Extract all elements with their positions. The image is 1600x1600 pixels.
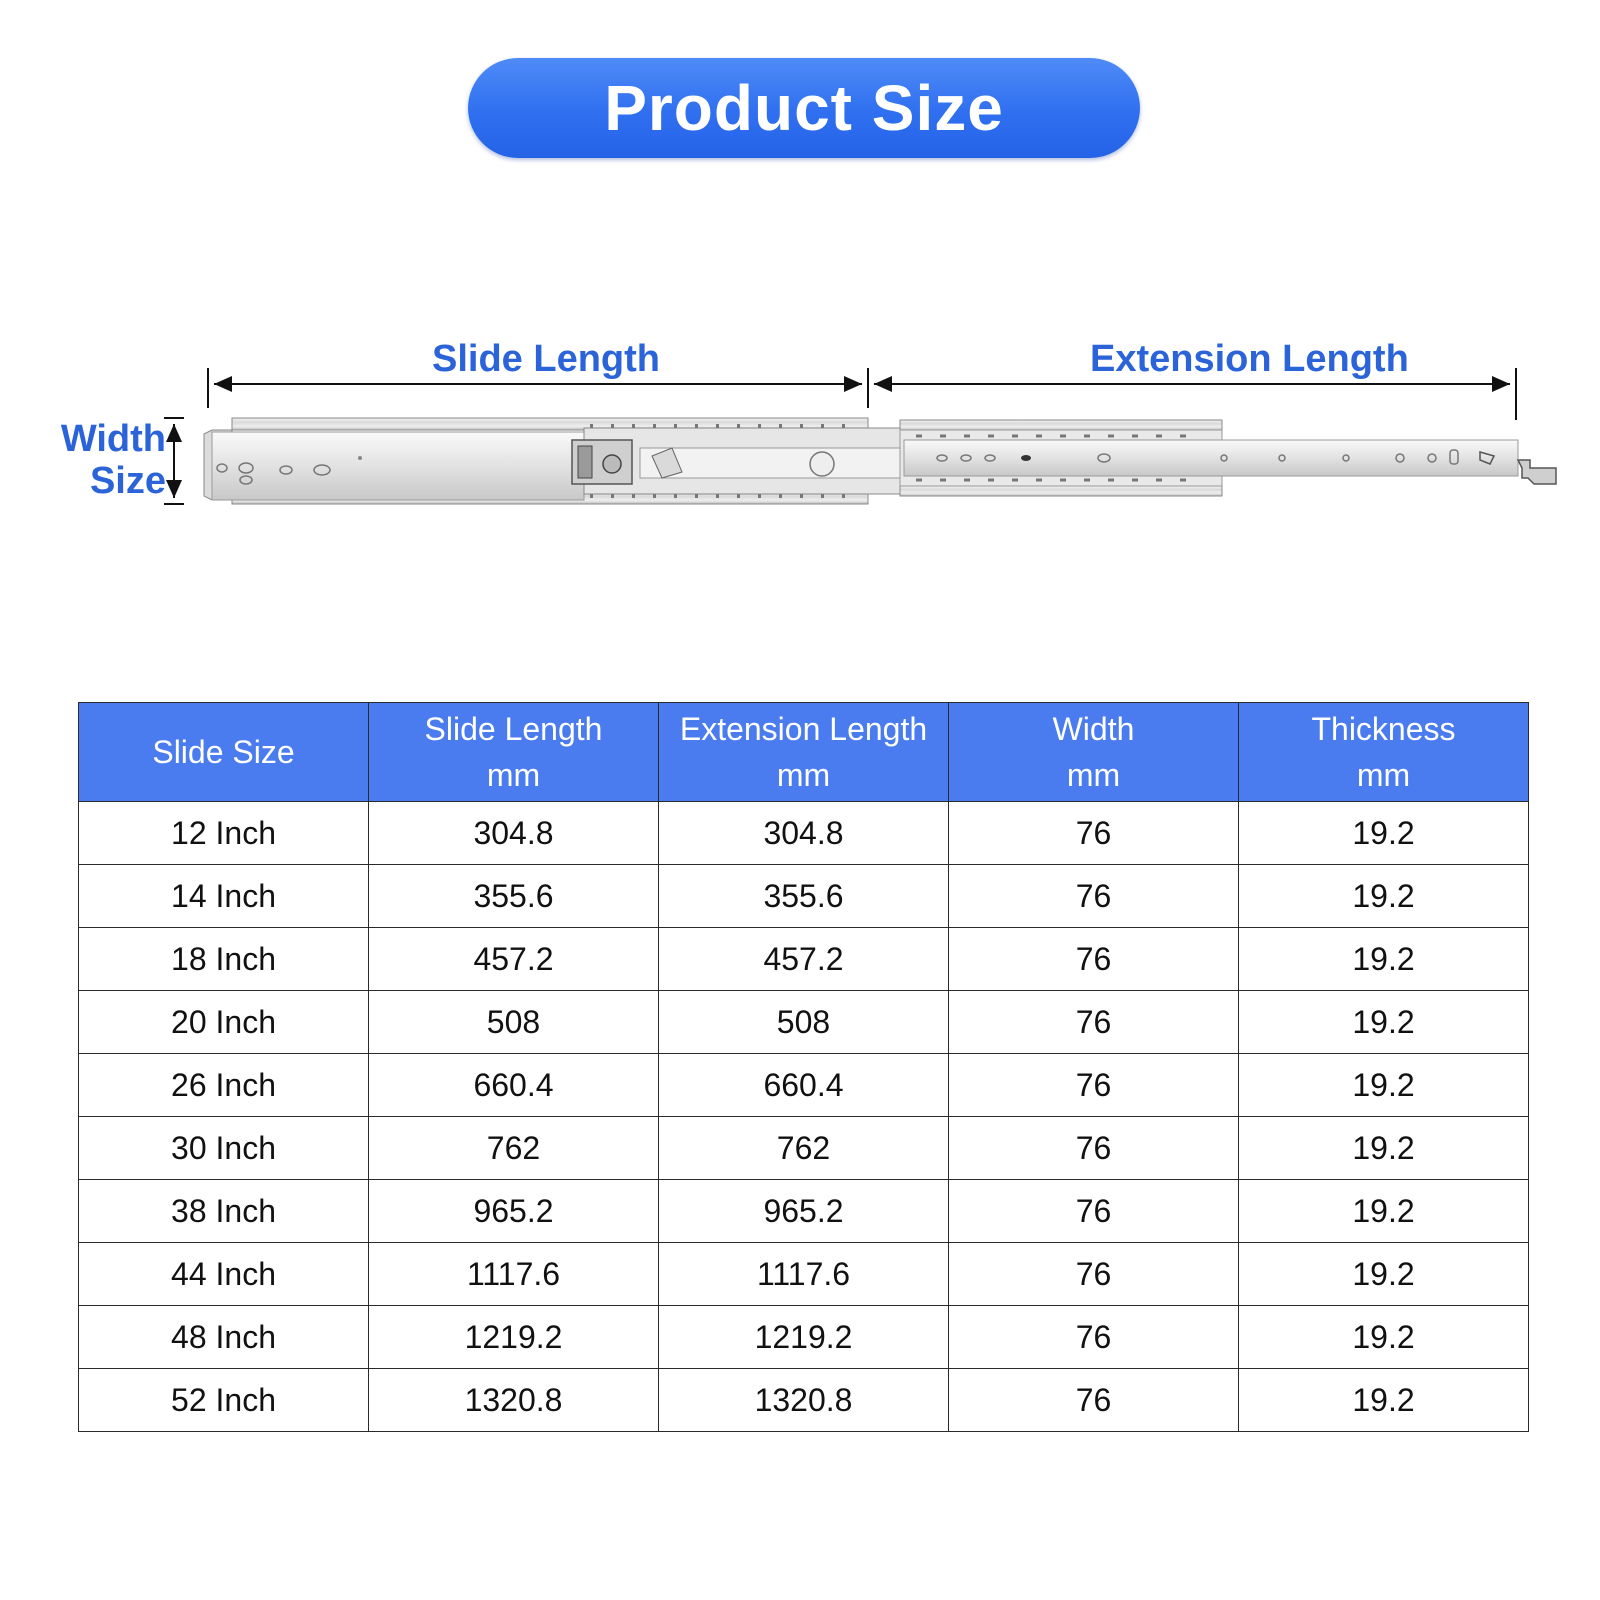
table-row: 14 Inch 355.6 355.6 76 19.2 [78,864,1529,928]
table-cell: 19.2 [1238,1368,1529,1432]
table-row: 18 Inch 457.2 457.2 76 19.2 [78,927,1529,991]
table-cell: 76 [948,990,1239,1054]
table-cell: 19.2 [1238,1053,1529,1117]
table-row: 48 Inch 1219.2 1219.2 76 19.2 [78,1305,1529,1369]
table-cell: 76 [948,1368,1239,1432]
table-cell: 19.2 [1238,864,1529,928]
table-row: 30 Inch 762 762 76 19.2 [78,1116,1529,1180]
table-cell: 38 Inch [78,1179,369,1243]
table-cell: 30 Inch [78,1116,369,1180]
table-cell: 304.8 [368,801,659,865]
title-banner: Product Size [468,58,1140,158]
table-cell: 76 [948,801,1239,865]
header-line2: mm [1066,757,1121,793]
table-cell: 508 [368,990,659,1054]
middle-rail [571,424,905,498]
table-row: 44 Inch 1117.6 1117.6 76 19.2 [78,1242,1529,1306]
table-row: 12 Inch 304.8 304.8 76 19.2 [78,801,1529,865]
table-cell: 1320.8 [658,1368,949,1432]
table-cell: 1219.2 [658,1305,949,1369]
table-row: 38 Inch 965.2 965.2 76 19.2 [78,1179,1529,1243]
table-cell: 76 [948,1179,1239,1243]
header-line2: mm [1356,757,1411,793]
table-cell: 19.2 [1238,1305,1529,1369]
header-thickness: Thickness mm [1238,702,1529,802]
table-cell: 457.2 [368,927,659,991]
table-cell: 20 Inch [78,990,369,1054]
extension-length-dimension [874,368,1517,420]
table-cell: 26 Inch [78,1053,369,1117]
table-cell: 355.6 [368,864,659,928]
table-cell: 48 Inch [78,1305,369,1369]
table-cell: 965.2 [368,1179,659,1243]
table-cell: 660.4 [658,1053,949,1117]
table-cell: 1117.6 [368,1242,659,1306]
table-cell: 508 [658,990,949,1054]
table-cell: 76 [948,864,1239,928]
header-line2: mm [776,757,831,793]
table-cell: 457.2 [658,927,949,991]
header-line1: Width [1052,711,1135,747]
table-cell: 19.2 [1238,1116,1529,1180]
header-line2: mm [486,757,541,793]
table-cell: 76 [948,1242,1239,1306]
table-cell: 19.2 [1238,927,1529,991]
table-cell: 19.2 [1238,1179,1529,1243]
header-line1: Thickness [1311,711,1456,747]
table-cell: 76 [948,927,1239,991]
table-cell: 14 Inch [78,864,369,928]
table-cell: 762 [368,1116,659,1180]
header-extension-length: Extension Length mm [658,702,949,802]
header-line1: Extension Length [679,711,928,747]
inner-rail [899,419,1557,497]
table-cell: 76 [948,1305,1239,1369]
table-cell: 76 [948,1053,1239,1117]
table-cell: 762 [658,1116,949,1180]
table-cell: 52 Inch [78,1368,369,1432]
table-cell: 660.4 [368,1053,659,1117]
table-row: 20 Inch 508 508 76 19.2 [78,990,1529,1054]
header-slide-size: Slide Size [78,702,369,802]
slide-length-dimension [207,368,869,408]
table-cell: 355.6 [658,864,949,928]
width-size-dimension [164,417,184,505]
table-cell: 76 [948,1116,1239,1180]
table-cell: 304.8 [658,801,949,865]
page-title: Product Size [604,72,1004,144]
table-cell: 965.2 [658,1179,949,1243]
product-size-table: Slide Size Slide Length mm Extension Len… [78,702,1529,1432]
table-cell: 19.2 [1238,801,1529,865]
header-width: Width mm [948,702,1239,802]
table-cell: 19.2 [1238,1242,1529,1306]
table-cell: 1320.8 [368,1368,659,1432]
table-cell: 1117.6 [658,1242,949,1306]
table-cell: 44 Inch [78,1242,369,1306]
header-slide-length: Slide Length mm [368,702,659,802]
table-cell: 12 Inch [78,801,369,865]
drawer-slide-diagram [164,368,1557,505]
table-row: 52 Inch 1320.8 1320.8 76 19.2 [78,1368,1529,1432]
header-line1: Slide Length [424,711,603,747]
table-row: 26 Inch 660.4 660.4 76 19.2 [78,1053,1529,1117]
table-cell: 18 Inch [78,927,369,991]
header-line1: Slide Size [152,734,295,770]
table-cell: 1219.2 [368,1305,659,1369]
table-cell: 19.2 [1238,990,1529,1054]
table-header-row: Slide Size Slide Length mm Extension Len… [78,702,1529,802]
